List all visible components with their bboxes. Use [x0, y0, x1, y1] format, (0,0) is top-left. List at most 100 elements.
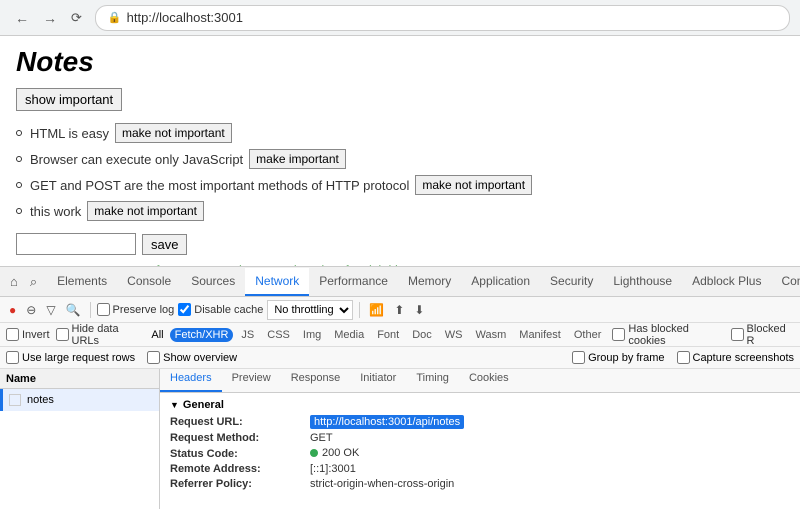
filter-font[interactable]: Font: [372, 328, 404, 342]
group-by-frame-label: Group by frame: [588, 352, 664, 364]
status-code-label: Status Code:: [170, 448, 310, 460]
bullet-icon: [16, 156, 22, 162]
request-method-value: GET: [310, 432, 333, 444]
preserve-log-checkbox[interactable]: Preserve log: [97, 303, 175, 316]
detail-tab-initiator[interactable]: Initiator: [350, 369, 406, 392]
all-label: All: [151, 329, 163, 341]
filter-media[interactable]: Media: [329, 328, 369, 342]
devtools-toolbar: ● ⊖ ▽ 🔍 Preserve log Disable cache No th…: [0, 297, 800, 323]
detail-tab-cookies[interactable]: Cookies: [459, 369, 519, 392]
filter-fetch-xhr[interactable]: Fetch/XHR: [170, 328, 234, 342]
large-rows-input[interactable]: [6, 351, 19, 364]
bullet-icon: [16, 208, 22, 214]
network-list: Name notes: [0, 369, 160, 509]
address-bar[interactable]: 🔒 http://localhost:3001: [95, 5, 790, 31]
tab-security[interactable]: Security: [540, 268, 603, 296]
note-action-button[interactable]: make important: [249, 149, 346, 169]
has-blocked-cookies-checkbox[interactable]: Has blocked cookies: [612, 323, 724, 347]
network-list-header: Name: [0, 369, 159, 389]
tab-application[interactable]: Application: [461, 268, 540, 296]
remote-address-value: [::1]:3001: [310, 463, 356, 475]
filter-tags: Fetch/XHR JS CSS Img Media Font Doc WS W…: [170, 328, 607, 342]
request-method-label: Request Method:: [170, 432, 310, 444]
network-row[interactable]: notes: [0, 389, 159, 411]
hide-data-urls-checkbox[interactable]: Hide data URLs: [56, 323, 146, 347]
capture-screenshots-checkbox[interactable]: Capture screenshots: [677, 351, 795, 364]
disable-cache-input[interactable]: [178, 303, 191, 316]
tab-console[interactable]: Console: [117, 268, 181, 296]
request-url-value: http://localhost:3001/api/notes: [310, 415, 464, 429]
filter-doc[interactable]: Doc: [407, 328, 437, 342]
show-overview-checkbox[interactable]: Show overview: [147, 351, 237, 364]
filter-js[interactable]: JS: [236, 328, 259, 342]
show-overview-input[interactable]: [147, 351, 160, 364]
referrer-policy-label: Referrer Policy:: [170, 478, 310, 490]
save-button[interactable]: save: [142, 234, 187, 255]
note-text: HTML is easy: [30, 126, 109, 141]
download-button[interactable]: ⬇: [411, 302, 427, 318]
stop-button[interactable]: ⊖: [23, 302, 39, 318]
refresh-button[interactable]: ⟳: [66, 8, 87, 28]
blocked-requests-input[interactable]: [731, 328, 744, 341]
group-by-frame-checkbox[interactable]: Group by frame: [572, 351, 664, 364]
referrer-policy-value: strict-origin-when-cross-origin: [310, 478, 454, 490]
show-important-button[interactable]: show important: [16, 88, 122, 111]
detail-tab-timing[interactable]: Timing: [406, 369, 459, 392]
upload-button[interactable]: ⬆: [391, 302, 407, 318]
note-action-button[interactable]: make not important: [415, 175, 532, 195]
tab-components[interactable]: Components: [771, 268, 800, 296]
wifi-button[interactable]: 📶: [366, 302, 387, 318]
large-rows-label: Use large request rows: [22, 352, 135, 364]
hide-data-urls-input[interactable]: [56, 328, 69, 341]
detail-tab-preview[interactable]: Preview: [222, 369, 281, 392]
has-blocked-cookies-input[interactable]: [612, 328, 625, 341]
filter-css[interactable]: CSS: [262, 328, 295, 342]
tab-adblock[interactable]: Adblock Plus: [682, 268, 771, 296]
bullet-icon: [16, 130, 22, 136]
detail-tab-response[interactable]: Response: [281, 369, 351, 392]
filter-wasm[interactable]: Wasm: [471, 328, 512, 342]
filter-img[interactable]: Img: [298, 328, 326, 342]
disable-cache-label: Disable cache: [194, 304, 263, 316]
tab-memory[interactable]: Memory: [398, 268, 461, 296]
disable-cache-checkbox[interactable]: Disable cache: [178, 303, 263, 316]
forward-button[interactable]: →: [38, 8, 62, 28]
invert-input[interactable]: [6, 328, 19, 341]
tab-elements[interactable]: Elements: [47, 268, 117, 296]
tab-sources[interactable]: Sources: [181, 268, 245, 296]
request-url-row: Request URL: http://localhost:3001/api/n…: [170, 415, 790, 429]
filter-manifest[interactable]: Manifest: [514, 328, 566, 342]
invert-checkbox[interactable]: Invert: [6, 328, 50, 341]
group-by-frame-input[interactable]: [572, 351, 585, 364]
search-button[interactable]: 🔍: [63, 302, 84, 318]
devtools-cursor-button[interactable]: ⌕: [24, 270, 43, 294]
filter-ws[interactable]: WS: [440, 328, 468, 342]
large-rows-checkbox[interactable]: Use large request rows: [6, 351, 135, 364]
capture-screenshots-input[interactable]: [677, 351, 690, 364]
new-note-input[interactable]: [16, 233, 136, 255]
new-note-row: save: [16, 233, 784, 255]
green-dot-icon: [310, 449, 318, 457]
request-url-label: Request URL:: [170, 416, 310, 428]
record-button[interactable]: ●: [6, 302, 19, 318]
toolbar-divider: [359, 302, 360, 318]
referrer-policy-row: Referrer Policy: strict-origin-when-cros…: [170, 478, 790, 490]
detail-tab-headers[interactable]: Headers: [160, 369, 222, 392]
tab-performance[interactable]: Performance: [309, 268, 398, 296]
throttling-select[interactable]: No throttling: [267, 300, 353, 320]
note-action-button[interactable]: make not important: [87, 201, 204, 221]
filter-other[interactable]: Other: [569, 328, 607, 342]
devtools-panel: ⌂ ⌕ Elements Console Sources Network Per…: [0, 266, 800, 509]
back-button[interactable]: ←: [10, 8, 34, 28]
filter-button[interactable]: ▽: [43, 302, 58, 318]
blocked-requests-checkbox[interactable]: Blocked R: [731, 323, 794, 347]
status-code-value: 200 OK: [310, 447, 359, 459]
preserve-log-input[interactable]: [97, 303, 110, 316]
tab-lighthouse[interactable]: Lighthouse: [603, 268, 682, 296]
detail-tabs: Headers Preview Response Initiator Timin…: [160, 369, 800, 393]
page-content: Notes show important HTML is easy make n…: [0, 36, 800, 266]
note-action-button[interactable]: make not important: [115, 123, 232, 143]
general-section-title: General: [170, 399, 790, 411]
devtools-toggle-button[interactable]: ⌂: [4, 270, 24, 293]
tab-network[interactable]: Network: [245, 268, 309, 296]
